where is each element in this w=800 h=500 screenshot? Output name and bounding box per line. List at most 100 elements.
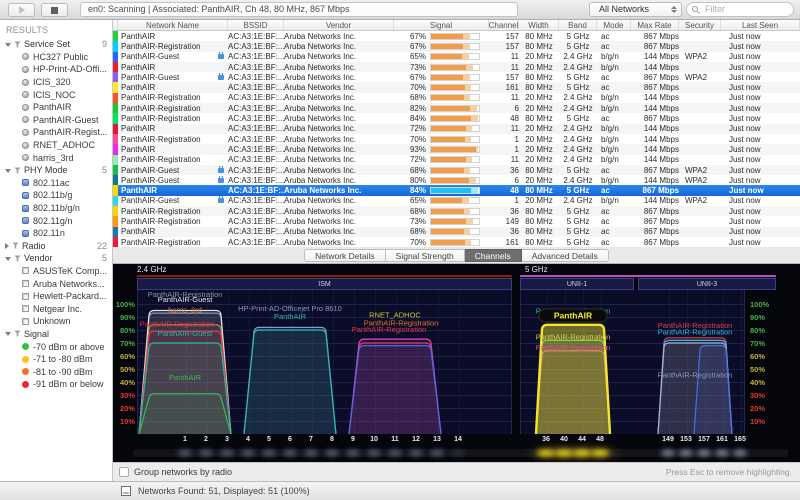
column-header-bssid[interactable]: BSSID bbox=[228, 20, 284, 30]
channel-width: 80 MHz bbox=[519, 238, 559, 247]
table-row[interactable]: PanthAIR-RegistrationAC:A3:1E:BF:...Arub… bbox=[113, 237, 800, 247]
network-curve[interactable] bbox=[139, 394, 231, 434]
network-icon bbox=[22, 154, 29, 161]
column-header-signal[interactable]: Signal bbox=[394, 20, 489, 30]
table-row[interactable]: PanthAIR-RegistrationAC:A3:1E:BF:...Arub… bbox=[113, 113, 800, 123]
vendor: Aruba Networks Inc. bbox=[284, 124, 394, 133]
table-row[interactable]: PanthAIR-GuestAC:A3:1E:BF:...Aruba Netwo… bbox=[113, 72, 800, 82]
group-by-radio-checkbox[interactable] bbox=[119, 467, 129, 477]
column-header-width[interactable]: Width bbox=[519, 20, 559, 30]
sidebar-item-label: harris_3rd bbox=[33, 153, 74, 163]
column-header-network-name[interactable]: Network Name bbox=[118, 20, 228, 30]
sidebar-item[interactable]: harris_3rd bbox=[0, 151, 112, 164]
sidebar-item[interactable]: 802.11ac bbox=[0, 177, 112, 190]
mode: ac bbox=[597, 217, 631, 226]
table-row[interactable]: PanthAIR-GuestAC:A3:1E:BF:...Aruba Netwo… bbox=[113, 175, 800, 185]
table-row[interactable]: PanthAIRAC:A3:1E:BF:...Aruba Networks In… bbox=[113, 185, 800, 195]
sidebar-item[interactable]: -70 dBm or above bbox=[0, 340, 112, 353]
sidebar-item[interactable]: RNET_ADHOC bbox=[0, 139, 112, 152]
vendor-icon bbox=[22, 318, 29, 325]
sidebar-item[interactable]: -81 to -90 dBm bbox=[0, 365, 112, 378]
tab-channels[interactable]: Channels bbox=[465, 249, 522, 262]
start-scan-button[interactable] bbox=[8, 3, 35, 17]
column-header-security[interactable]: Security bbox=[679, 20, 721, 30]
tab-advanced-details[interactable]: Advanced Details bbox=[522, 249, 609, 262]
table-row[interactable]: PanthAIR-GuestAC:A3:1E:BF:...Aruba Netwo… bbox=[113, 165, 800, 175]
channel: 11 bbox=[489, 93, 519, 102]
table-header[interactable]: Network NameBSSIDVendorSignalChannelWidt… bbox=[113, 20, 800, 31]
sidebar-item[interactable]: 802.11g/n bbox=[0, 214, 112, 227]
sidebar-item-label: ASUSTeK Comp... bbox=[33, 266, 107, 276]
sidebar-item[interactable]: Unknown bbox=[0, 315, 112, 328]
sidebar-item[interactable]: -71 to -80 dBm bbox=[0, 353, 112, 366]
sidebar-item-label: 802.11b/g bbox=[33, 190, 72, 200]
sidebar-item[interactable]: PanthAIR-Regist... bbox=[0, 126, 112, 139]
sidebar-group-vendor[interactable]: Vendor5 bbox=[0, 252, 112, 265]
network-curve-label: PanthAIR-Guest bbox=[158, 295, 214, 304]
column-header-mode[interactable]: Mode bbox=[597, 20, 631, 30]
table-row[interactable]: PanthAIR-GuestAC:A3:1E:BF:...Aruba Netwo… bbox=[113, 196, 800, 206]
lock-icon bbox=[218, 54, 224, 59]
column-header-vendor[interactable]: Vendor bbox=[284, 20, 394, 30]
table-row[interactable]: PanthAIR-RegistrationAC:A3:1E:BF:...Arub… bbox=[113, 103, 800, 113]
table-row[interactable]: PanthAIRAC:A3:1E:BF:...Aruba Networks In… bbox=[113, 124, 800, 134]
sidebar-item[interactable]: HP-Print-AD-Offi... bbox=[0, 63, 112, 76]
sidebar-group-signal[interactable]: Signal bbox=[0, 328, 112, 341]
sidebar-item[interactable]: 802.11b/g bbox=[0, 189, 112, 202]
sidebar-group-phy-mode[interactable]: PHY Mode5 bbox=[0, 164, 112, 177]
network-curve[interactable] bbox=[244, 330, 336, 434]
table-row[interactable]: PanthAIR-RegistrationAC:A3:1E:BF:...Arub… bbox=[113, 206, 800, 216]
tab-network-details[interactable]: Network Details bbox=[304, 249, 386, 262]
network-name: PanthAIR bbox=[118, 186, 228, 195]
table-row[interactable]: PanthAIR-RegistrationAC:A3:1E:BF:...Arub… bbox=[113, 93, 800, 103]
mode: ac bbox=[597, 73, 631, 82]
sidebar-item[interactable]: 802.11n bbox=[0, 227, 112, 240]
table-row[interactable]: PanthAIRAC:A3:1E:BF:...Aruba Networks In… bbox=[113, 227, 800, 237]
table-row[interactable]: PanthAIRAC:A3:1E:BF:...Aruba Networks In… bbox=[113, 82, 800, 92]
sidebar-item[interactable]: PanthAIR-Guest bbox=[0, 114, 112, 127]
table-row[interactable]: PanthAIRAC:A3:1E:BF:...Aruba Networks In… bbox=[113, 31, 800, 41]
table-row[interactable]: PanthAIR-RegistrationAC:A3:1E:BF:...Arub… bbox=[113, 41, 800, 51]
sidebar-item[interactable]: PanthAIR bbox=[0, 101, 112, 114]
sidebar-group-service-set[interactable]: Service Set9 bbox=[0, 38, 112, 51]
channel: 36 bbox=[489, 166, 519, 175]
sidebar-item[interactable]: HC327 Public bbox=[0, 51, 112, 64]
column-header-max-rate[interactable]: Max Rate bbox=[631, 20, 679, 30]
sidebar-item[interactable]: ICIS_NOC bbox=[0, 88, 112, 101]
table-row[interactable]: PanthAIR-GuestAC:A3:1E:BF:...Aruba Netwo… bbox=[113, 52, 800, 62]
sidebar-group-radio[interactable]: Radio22 bbox=[0, 240, 112, 253]
sidebar-item[interactable]: 802.11b/g/n bbox=[0, 202, 112, 215]
column-header-band[interactable]: Band bbox=[559, 20, 597, 30]
sidebar-item[interactable]: ICIS_320 bbox=[0, 76, 112, 89]
sidebar-group-label: PHY Mode bbox=[24, 165, 67, 175]
table-row[interactable]: PanthAIR-RegistrationAC:A3:1E:BF:...Arub… bbox=[113, 134, 800, 144]
signal-bar bbox=[430, 33, 480, 40]
network-curve[interactable] bbox=[694, 346, 732, 434]
detail-tabs: Network DetailsSignal StrengthChannelsAd… bbox=[113, 247, 800, 264]
stop-scan-button[interactable] bbox=[41, 3, 68, 17]
column-header-channel[interactable]: Channel bbox=[489, 20, 519, 30]
table-row[interactable]: PanthAIRAC:A3:1E:BF:...Aruba Networks In… bbox=[113, 144, 800, 154]
sidebar-item[interactable]: Hewlett-Packard... bbox=[0, 290, 112, 303]
channel-width: 20 MHz bbox=[519, 176, 559, 185]
filter-input[interactable]: Filter bbox=[686, 2, 794, 17]
sidebar-item[interactable]: Aruba Networks... bbox=[0, 277, 112, 290]
band: 5 GHz bbox=[559, 114, 597, 123]
sidebar-item[interactable]: ASUSTeK Comp... bbox=[0, 265, 112, 278]
network-curve[interactable] bbox=[349, 346, 441, 434]
network-name: PanthAIR bbox=[118, 63, 228, 72]
sidebar-item[interactable]: -91 dBm or below bbox=[0, 378, 112, 391]
last-seen: Just now bbox=[721, 32, 800, 41]
sidebar-item[interactable]: Netgear Inc. bbox=[0, 302, 112, 315]
vendor: Aruba Networks Inc. bbox=[284, 145, 394, 154]
table-row[interactable]: PanthAIRAC:A3:1E:BF:...Aruba Networks In… bbox=[113, 62, 800, 72]
table-row[interactable]: PanthAIR-RegistrationAC:A3:1E:BF:...Arub… bbox=[113, 216, 800, 226]
signal-bar bbox=[430, 74, 480, 81]
table-row[interactable]: PanthAIR-RegistrationAC:A3:1E:BF:...Arub… bbox=[113, 155, 800, 165]
network-scope-dropdown[interactable]: All Networks bbox=[589, 2, 682, 17]
tab-signal-strength[interactable]: Signal Strength bbox=[386, 249, 465, 262]
column-header-last-seen[interactable]: Last Seen bbox=[721, 20, 800, 30]
bssid: AC:A3:1E:BF:... bbox=[228, 217, 284, 226]
sidebar-item-label: Hewlett-Packard... bbox=[33, 291, 107, 301]
phy-mode-icon bbox=[22, 192, 29, 199]
